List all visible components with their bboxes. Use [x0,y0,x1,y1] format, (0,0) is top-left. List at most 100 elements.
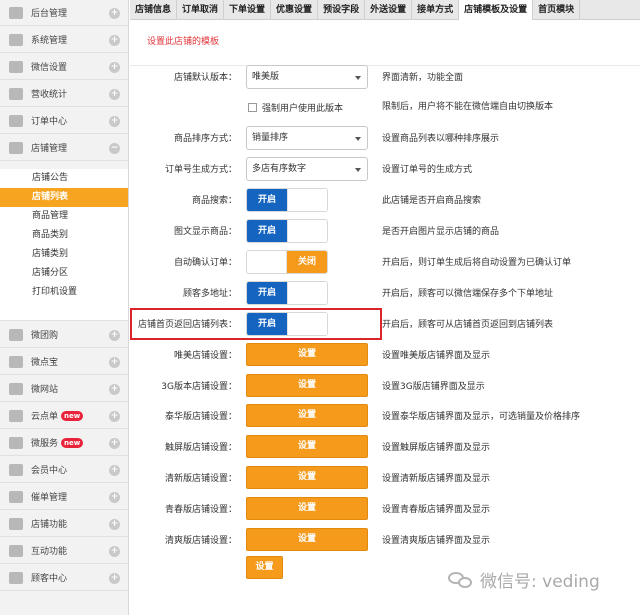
chevron-down-icon [355,168,361,172]
sidebar-item-label: 微信设置 [31,63,68,73]
tab-preset-fields[interactable]: 预设字段 [318,0,366,20]
sidebar-item-orders[interactable]: 订单中心 + [0,108,128,134]
search-toggle-label: 商品搜索： [191,196,237,206]
sidebar-item-dianbao[interactable]: 微点宝 + [0,349,128,375]
sidebar-item-admin[interactable]: 后台管理 + [0,0,128,26]
tab-home-modules[interactable]: 首页模块 [533,0,581,20]
multi-address-hint: 开启后，顾客可以微信端保存多个下单地址 [382,289,554,299]
sidebar-item-label: 后台管理 [31,9,68,19]
cart-icon [9,114,23,127]
collapse-icon[interactable]: − [109,143,120,154]
template-label: 唯美店铺设置： [173,351,237,361]
sidebar-item-label: 店铺功能 [31,520,68,530]
sidebar-item-label: 催单管理 [31,493,68,503]
tab-discount[interactable]: 优惠设置 [271,0,319,20]
template-hint: 设置清爽版店铺界面及显示 [382,536,491,546]
order-no-select-value: 多店有序数字 [252,164,307,174]
sidebar-item-label: 店铺管理 [31,144,68,154]
expand-icon[interactable]: + [109,116,120,127]
set-template-link[interactable]: 设置此店铺的模板 [147,34,219,47]
sidebar-item-reminders[interactable]: 催单管理 + [0,484,128,510]
taihua-settings-button[interactable]: 设置 [246,404,368,427]
sidebar-item-micro-service[interactable]: 微服务 new + [0,430,128,456]
submenu-item-store-zones[interactable]: 店铺分区 [0,264,128,283]
expand-icon[interactable]: + [109,438,120,449]
sidebar-item-cloud-order[interactable]: 云点单 new + [0,403,128,429]
force-version-label: 强制用户使用此版本 [262,103,344,114]
tab-store-info[interactable]: 店铺信息 [130,0,178,20]
tab-delivery[interactable]: 外送设置 [365,0,413,20]
expand-icon[interactable]: + [109,89,120,100]
submenu-item-product-categories[interactable]: 商品类别 [0,226,128,245]
expand-icon[interactable]: + [109,519,120,530]
fresh-settings-button[interactable]: 设置 [246,466,368,489]
sidebar-item-label: 系统管理 [31,36,68,46]
auto-confirm-toggle[interactable]: 关闭 [246,250,328,274]
template-row-3g: 3G版本店铺设置： 设置 设置3G版店铺界面及显示 [130,374,640,400]
expand-icon[interactable]: + [109,465,120,476]
tab-store-template[interactable]: 店铺模板及设置 [459,0,534,20]
pie-chart-icon [9,141,23,154]
expand-icon[interactable]: + [109,384,120,395]
sidebar-item-system[interactable]: 系统管理 + [0,27,128,53]
sidebar-item-store-functions[interactable]: 店铺功能 + [0,511,128,537]
template-row-youth: 青春版店铺设置： 设置 设置青春版店铺界面及显示 [130,497,640,523]
search-toggle-hint: 此店铺是否开启商品搜索 [382,196,482,206]
expand-icon[interactable]: + [109,546,120,557]
weimei-settings-button[interactable]: 设置 [246,343,368,366]
return-list-toggle[interactable]: 开启 [246,312,328,336]
grid-icon [9,355,23,368]
multi-address-toggle[interactable]: 开启 [246,281,328,305]
image-toggle-row: 图文显示商品： 开启 是否开启图片显示店铺的商品 [130,219,640,245]
touch-settings-button[interactable]: 设置 [246,435,368,458]
new-badge: new [61,437,84,448]
grid-icon [9,33,23,46]
toggle-state: 关闭 [287,251,327,273]
sidebar-item-customers[interactable]: 顾客中心 + [0,565,128,591]
expand-icon[interactable]: + [109,411,120,422]
sidebar-item-label: 营收统计 [31,90,68,100]
search-toggle[interactable]: 开启 [246,188,328,212]
expand-icon[interactable]: + [109,357,120,368]
sidebar-item-label: 微点宝 [31,358,59,368]
sidebar-item-revenue[interactable]: 营收统计 + [0,81,128,107]
sidebar-item-group-buy[interactable]: 微团购 + [0,322,128,348]
submenu-item-store-list[interactable]: 店铺列表 [0,188,128,207]
submenu-item-products[interactable]: 商品管理 [0,207,128,226]
tab-order-settings[interactable]: 下单设置 [224,0,272,20]
submenu-item-store-categories[interactable]: 店铺类别 [0,245,128,264]
sidebar-item-interactive[interactable]: 互动功能 + [0,538,128,564]
expand-icon[interactable]: + [109,492,120,503]
template-label: 3G版本店铺设置： [161,382,237,392]
tab-order-cancel[interactable]: 订单取消 [177,0,225,20]
expand-icon[interactable]: + [109,35,120,46]
toggle-state: 开启 [247,189,287,211]
expand-icon[interactable]: + [109,62,120,73]
sidebar-item-label: 顾客中心 [31,574,68,584]
template-hint: 设置泰华版店铺界面及显示，可选销量及价格排序 [382,412,581,422]
force-version-checkbox[interactable] [248,102,257,112]
order-no-label: 订单号生成方式： [164,165,237,175]
sidebar-item-microsite[interactable]: 微网站 + [0,376,128,402]
order-no-select[interactable]: 多店有序数字 [246,157,368,181]
sidebar-item-wechat[interactable]: 微信设置 + [0,54,128,80]
version-row: 店铺默认版本： 唯美版 界面清新，功能全面 [130,65,640,91]
image-display-toggle[interactable]: 开启 [246,219,328,243]
clean-settings-button[interactable]: 设置 [246,528,368,551]
sidebar-item-store-manage[interactable]: 店铺管理 − [0,135,128,161]
expand-icon[interactable]: + [109,573,120,584]
submenu-item-printer[interactable]: 打印机设置 [0,283,128,302]
version-select[interactable]: 唯美版 [246,65,368,89]
sidebar-item-members[interactable]: 会员中心 + [0,457,128,483]
save-settings-button[interactable]: 设置 [246,556,283,579]
submenu-item-notice[interactable]: 店铺公告 [0,169,128,188]
3g-settings-button[interactable]: 设置 [246,374,368,397]
expand-icon[interactable]: + [109,8,120,19]
sort-select[interactable]: 销量排序 [246,126,368,150]
tab-order-receive[interactable]: 接单方式 [412,0,460,20]
template-row-taihua: 泰华版店铺设置： 设置 设置泰华版店铺界面及显示，可选销量及价格排序 [130,404,640,430]
sidebar-item-label: 微团购 [31,331,59,341]
expand-icon[interactable]: + [109,330,120,341]
template-row-weimei: 唯美店铺设置： 设置 设置唯美版店铺界面及显示 [130,343,640,369]
youth-settings-button[interactable]: 设置 [246,497,368,520]
